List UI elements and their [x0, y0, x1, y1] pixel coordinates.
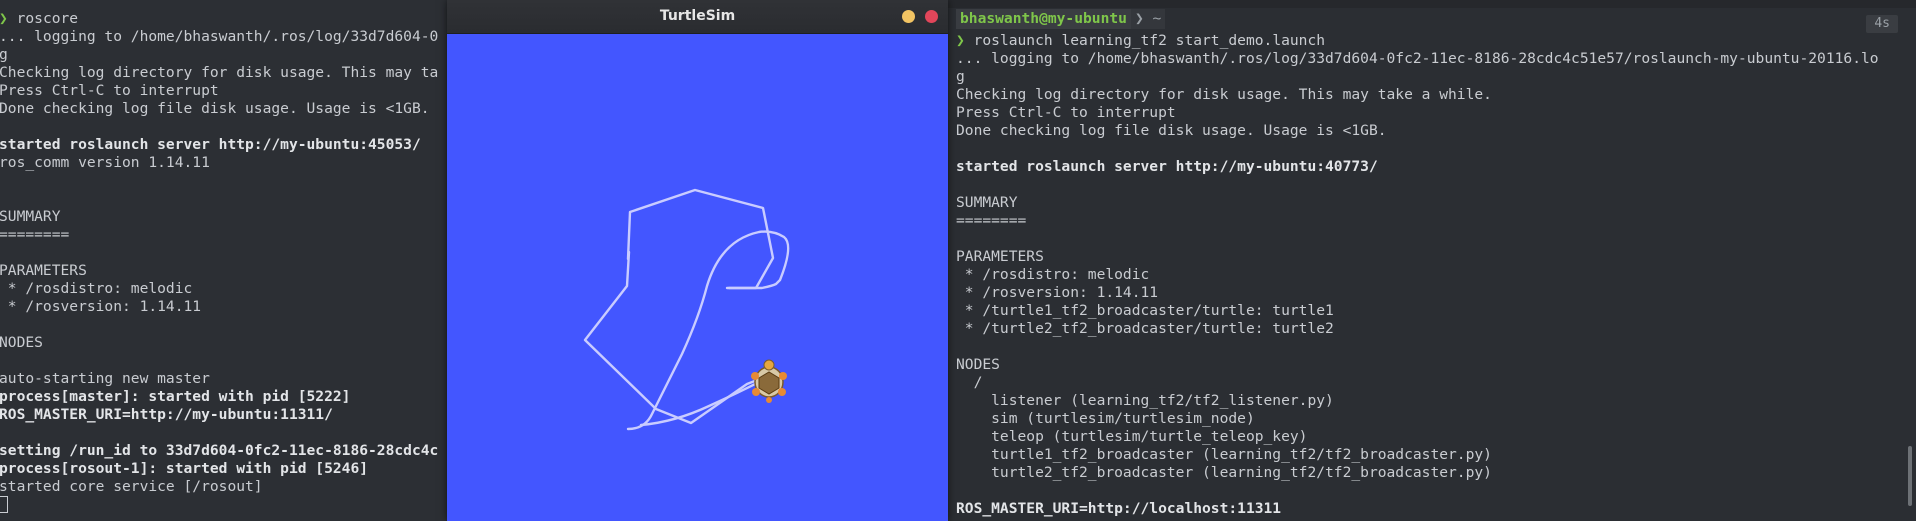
right-terminal-line [956, 230, 1879, 248]
right-terminal-line: Press Ctrl-C to interrupt [956, 104, 1176, 121]
left-terminal-line: started roslaunch server http://my-ubunt… [0, 136, 421, 153]
right-terminal-line [956, 140, 1879, 158]
left-terminal-output: ❯ roscore... logging to /home/bhaswanth/… [0, 10, 438, 514]
right-terminal-line: ... logging to /home/bhaswanth/.ros/log/… [956, 50, 1879, 67]
right-terminal[interactable]: bhaswanth@my-ubuntu ❯ ~ 4s ❯ roslaunch l… [948, 0, 1916, 521]
turtlesim-window[interactable]: TurtleSim [447, 0, 948, 521]
turtlesim-canvas [447, 34, 948, 521]
left-terminal-line: auto-starting new master [0, 370, 210, 387]
command-duration-badge: 4s [1866, 15, 1898, 33]
right-terminal-line: NODES [956, 356, 1000, 373]
right-terminal-line [956, 176, 1879, 194]
left-terminal-line: ROS_MASTER_URI=http://my-ubuntu:11311/ [0, 406, 333, 423]
terminal-top-strip [948, 0, 1916, 8]
turtle-path-drawing [583, 188, 790, 431]
window-title: TurtleSim [659, 8, 736, 24]
right-terminal-line: started roslaunch server http://my-ubunt… [956, 158, 1378, 175]
right-terminal-line: * /rosversion: 1.14.11 [956, 284, 1159, 301]
cursor-icon [0, 496, 8, 513]
right-terminal-line: g [956, 68, 965, 85]
right-terminal-line: Done checking log file disk usage. Usage… [956, 122, 1387, 139]
turtle2-path [583, 188, 775, 411]
left-terminal-line [0, 316, 438, 334]
right-terminal-line: turtle2_tf2_broadcaster (learning_tf2/tf… [956, 464, 1492, 481]
prompt-user-host: bhaswanth@my-ubuntu [956, 9, 1131, 29]
right-terminal-line: * /rosdistro: melodic [956, 266, 1150, 283]
left-terminal-line: Press Ctrl-C to interrupt [0, 82, 219, 99]
left-terminal-line: * /rosdistro: melodic [0, 280, 193, 297]
minimize-button[interactable] [902, 10, 915, 23]
left-terminal[interactable]: ❯ roscore... logging to /home/bhaswanth/… [0, 0, 446, 521]
left-terminal-line: Done checking log file disk usage. Usage… [0, 100, 430, 117]
prompt-dir-text: ~ [1152, 10, 1162, 27]
left-terminal-line [0, 244, 438, 262]
prompt-arrow-icon: ❯ [956, 32, 965, 49]
prompt-arrow-icon: ❯ [0, 10, 8, 27]
right-terminal-line [956, 482, 1879, 500]
right-terminal-line: PARAMETERS [956, 248, 1044, 265]
left-terminal-line: ❯ roscore [0, 10, 438, 28]
close-button[interactable] [925, 10, 938, 23]
left-terminal-line: SUMMARY [0, 208, 61, 225]
turtlesim-titlebar[interactable]: TurtleSim [447, 0, 948, 34]
right-terminal-line: * /turtle2_tf2_broadcaster/turtle: turtl… [956, 320, 1334, 337]
right-terminal-line: Checking log directory for disk usage. T… [956, 86, 1492, 103]
right-terminal-line: ======== [956, 212, 1027, 229]
left-terminal-line [0, 352, 438, 370]
right-terminal-line: turtle1_tf2_broadcaster (learning_tf2/tf… [956, 446, 1492, 463]
turtle-icon [751, 359, 787, 403]
terminal-cursor-line [0, 496, 438, 514]
left-terminal-line [0, 172, 438, 190]
prompt-header: bhaswanth@my-ubuntu ❯ ~ [956, 8, 1166, 30]
right-terminal-line: SUMMARY [956, 194, 1018, 211]
right-terminal-line: ROS_MASTER_URI=http://localhost:11311 [956, 500, 1282, 517]
left-terminal-line: process[master]: started with pid [5222] [0, 388, 351, 405]
left-terminal-line: ======== [0, 226, 70, 243]
right-terminal-line: teleop (turtlesim/turtle_teleop_key) [956, 428, 1308, 445]
left-terminal-line [0, 118, 438, 136]
left-terminal-line: setting /run_id to 33d7d604-0fc2-11ec-81… [0, 442, 439, 459]
left-terminal-line: Checking log directory for disk usage. T… [0, 64, 439, 81]
right-terminal-line: / [956, 374, 983, 391]
right-terminal-output: ❯ roslaunch learning_tf2 start_demo.laun… [956, 32, 1879, 518]
left-terminal-line: NODES [0, 334, 43, 351]
left-terminal-line: ros_comm version 1.14.11 [0, 154, 210, 171]
left-terminal-line [0, 190, 438, 208]
left-terminal-line: g [0, 46, 8, 63]
right-terminal-line: listener (learning_tf2/tf2_listener.py) [956, 392, 1334, 409]
terminal-scrollbar[interactable] [1908, 446, 1912, 506]
right-terminal-line: * /turtle1_tf2_broadcaster/turtle: turtl… [956, 302, 1334, 319]
left-terminal-line: ... logging to /home/bhaswanth/.ros/log/… [0, 28, 439, 45]
left-terminal-line: * /rosversion: 1.14.11 [0, 298, 202, 315]
left-terminal-line: PARAMETERS [0, 262, 87, 279]
left-terminal-line [0, 424, 438, 442]
right-terminal-line: ❯ roslaunch learning_tf2 start_demo.laun… [956, 32, 1326, 49]
left-terminal-line: started core service [/rosout] [0, 478, 263, 495]
left-terminal-line: process[rosout-1]: started with pid [524… [0, 460, 369, 477]
prompt-directory: ❯ ~ [1130, 9, 1166, 29]
right-terminal-line [956, 338, 1879, 356]
right-terminal-line: sim (turtlesim/turtlesim_node) [956, 410, 1255, 427]
